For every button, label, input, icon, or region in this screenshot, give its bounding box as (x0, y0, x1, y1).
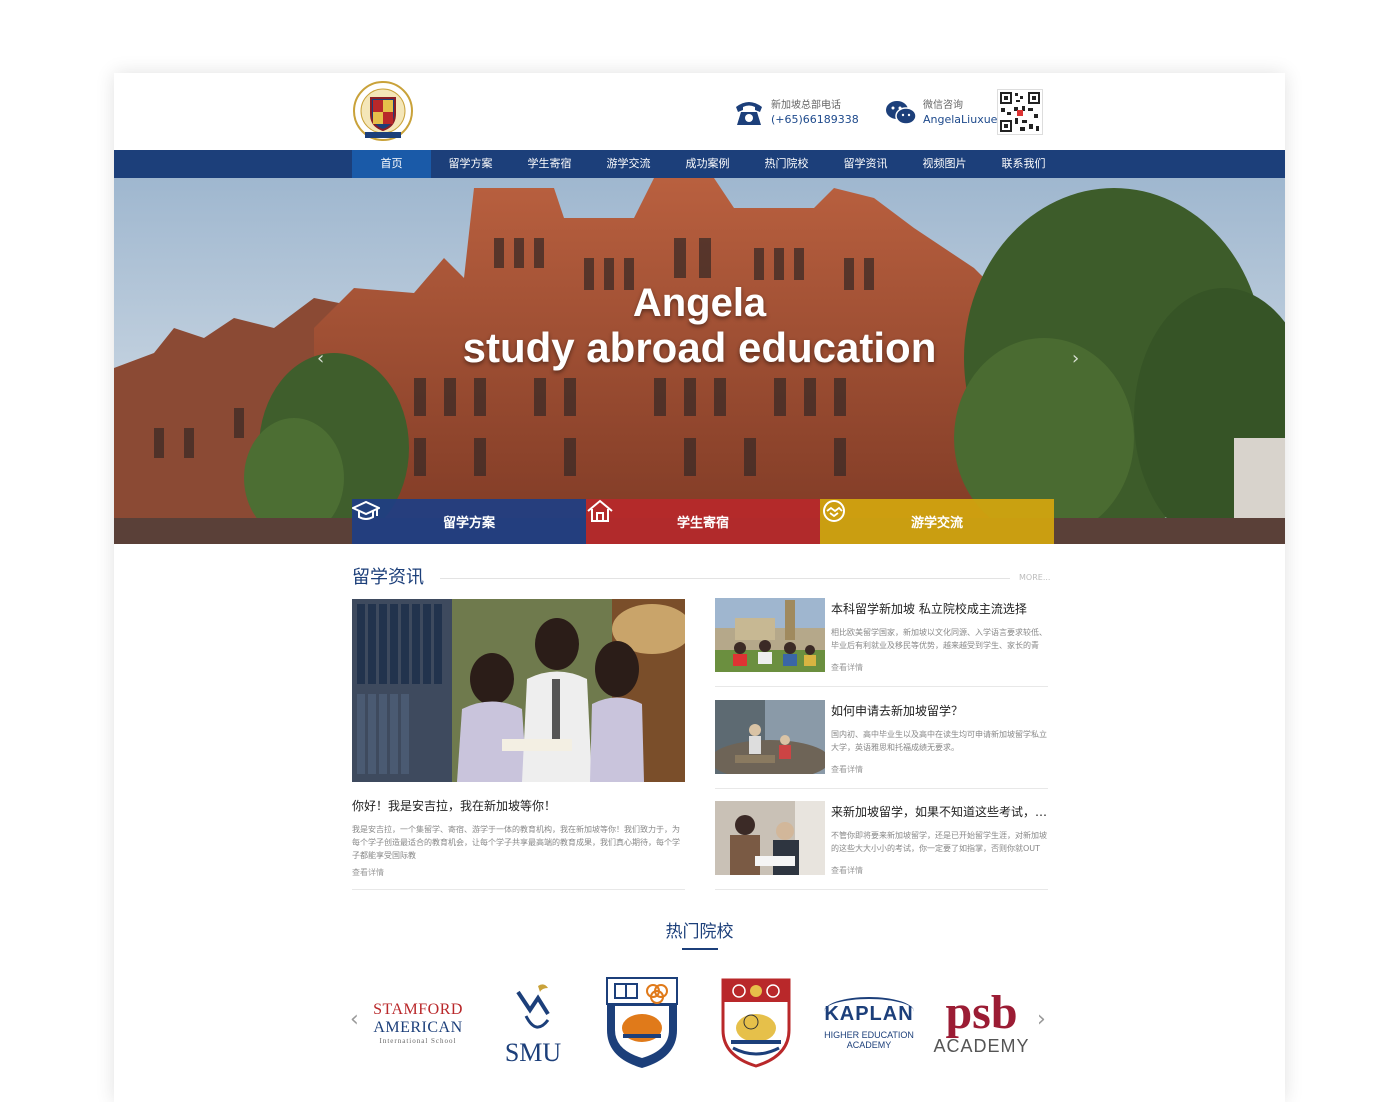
header: 新加坡总部电话 (+65)66189338 微信咨询 AngelaLiuxue (114, 73, 1285, 150)
wechat-icon (886, 101, 917, 125)
news-title[interactable]: 如何申请去新加坡留学？ (831, 702, 1048, 719)
news-thumb[interactable] (715, 801, 825, 875)
nav-item-home[interactable]: 首页 (352, 150, 431, 178)
news-thumb[interactable] (715, 700, 825, 774)
news-title[interactable]: 本科留学新加坡 私立院校成主流选择 (831, 600, 1048, 617)
school-logo-ntu[interactable] (718, 973, 794, 1073)
divider (352, 889, 685, 890)
smu-emblem-icon (516, 984, 550, 1029)
divider (715, 686, 1048, 687)
nav-item-success-cases[interactable]: 成功案例 (668, 150, 747, 178)
wechat-value[interactable]: AngelaLiuxue (923, 112, 997, 127)
psb-name: psb (945, 986, 1018, 1039)
news-more-link[interactable]: 查看详情 (831, 865, 863, 876)
school-logo-smu[interactable]: SMU (488, 973, 578, 1073)
banner-prev-arrow-icon[interactable]: ‹ (317, 348, 324, 369)
stamford-line1: STAMFORD (373, 1001, 463, 1018)
news-more-link[interactable]: MORE... (1019, 573, 1050, 582)
quick-link-study-plan[interactable]: 留学方案 (352, 499, 586, 544)
wechat-contact: 微信咨询 AngelaLiuxue (885, 99, 997, 127)
news-item: 来新加坡留学，如果不知道这些考试，那... 不管你即将要来新加坡留学，还是已开始… (715, 801, 1048, 893)
kaplan-line2: HIGHER EDUCATION (824, 1029, 914, 1040)
logo[interactable] (352, 78, 414, 144)
house-icon (587, 499, 613, 522)
banner-next-arrow-icon[interactable]: › (1072, 348, 1079, 369)
ntu-crest-icon (721, 978, 791, 1068)
news-thumb[interactable] (715, 598, 825, 672)
featured-news-title[interactable]: 你好！我是安吉拉，我在新加坡等你！ (352, 797, 556, 814)
quick-link-homestay[interactable]: 学生寄宿 (586, 499, 820, 544)
qr-code (997, 89, 1043, 135)
phone-icon (736, 102, 762, 125)
wechat-label: 微信咨询 (923, 100, 963, 111)
news-more-link[interactable]: 查看详情 (831, 662, 863, 673)
section-underline (682, 948, 718, 950)
featured-news-more-link[interactable]: 查看详情 (352, 867, 384, 878)
stamford-line3: International School (379, 1037, 457, 1045)
nav-item-schools[interactable]: 热门院校 (747, 150, 826, 178)
schools-prev-arrow-icon[interactable]: ‹ (350, 1007, 359, 1032)
divider (715, 889, 1048, 890)
news-section-title: 留学资讯 (352, 567, 424, 588)
phone-label: 新加坡总部电话 (771, 100, 841, 111)
kaplan-line3: ACADEMY (846, 1039, 892, 1050)
hero-title-line1: Angela (632, 281, 767, 325)
nav-item-homestay[interactable]: 学生寄宿 (510, 150, 589, 178)
section-divider (440, 578, 1010, 579)
news-desc: 国内初、高中毕业生以及高中在读生均可申请新加坡留学私立大学，英语雅思和托福成绩无… (831, 730, 1047, 752)
quick-link-study-tour[interactable]: 游学交流 (820, 499, 1054, 544)
nus-crest-icon (606, 977, 678, 1068)
nav-item-contact[interactable]: 联系我们 (984, 150, 1063, 178)
schools-next-arrow-icon[interactable]: › (1037, 1007, 1046, 1032)
nav-item-study-plan[interactable]: 留学方案 (431, 150, 510, 178)
quick-link-label: 游学交流 (910, 516, 963, 531)
featured-news-desc: 我是安吉拉，一个集留学、寄宿、游学于一体的教育机构，我在新加坡等你！我们致力于，… (352, 825, 680, 860)
main-nav: 首页 留学方案 学生寄宿 游学交流 成功案例 热门院校 留学资讯 视频图片 联系… (114, 150, 1285, 178)
hero-title-line2: study abroad education (462, 324, 937, 371)
quick-link-label: 留学方案 (442, 516, 495, 531)
kaplan-name: KAPLAN (824, 996, 914, 1026)
news-more-link[interactable]: 查看详情 (831, 764, 863, 775)
news-item: 如何申请去新加坡留学？ 国内初、高中毕业生以及高中在读生均可申请新加坡留学私立大… (715, 700, 1048, 792)
schools-section-title: 热门院校 (665, 922, 734, 942)
psb-academy: ACADEMY (933, 1036, 1030, 1056)
featured-news-image[interactable] (352, 599, 685, 782)
news-title[interactable]: 来新加坡留学，如果不知道这些考试，那... (831, 803, 1048, 820)
school-logo-psb[interactable]: psb ACADEMY (929, 973, 1034, 1073)
graduation-cap-icon (352, 500, 380, 520)
hero-banner: Angela study abroad education ‹ › 留学方案 学… (114, 178, 1285, 544)
news-item: 本科留学新加坡 私立院校成主流选择 相比欧美留学国家，新加坡以文化同源、入学语言… (715, 598, 1048, 690)
news-desc: 相比欧美留学国家，新加坡以文化同源、入学语言要求较低、毕业后有利就业及移民等优势… (831, 628, 1047, 650)
smu-text: SMU (504, 1038, 562, 1067)
school-logo-nus[interactable] (602, 973, 682, 1073)
phone-value[interactable]: (+65)66189338 (771, 112, 859, 127)
school-logo-kaplan[interactable]: KAPLAN HIGHER EDUCATION ACADEMY (814, 973, 924, 1073)
nav-item-media[interactable]: 视频图片 (905, 150, 984, 178)
nav-item-study-tour[interactable]: 游学交流 (589, 150, 668, 178)
page: 新加坡总部电话 (+65)66189338 微信咨询 AngelaLiuxue (114, 73, 1285, 1102)
school-logo-stamford[interactable]: STAMFORD AMERICAN International School (368, 973, 468, 1073)
quick-link-label: 学生寄宿 (676, 516, 729, 531)
stamford-line2: AMERICAN (373, 1019, 463, 1036)
nav-item-news[interactable]: 留学资讯 (826, 150, 905, 178)
news-desc: 不管你即将要来新加坡留学，还是已开始留学生涯，对新加坡的这些大大小小的考试，你一… (831, 831, 1047, 853)
divider (715, 788, 1048, 789)
handshake-icon (823, 500, 845, 522)
phone-contact: 新加坡总部电话 (+65)66189338 (733, 99, 859, 127)
